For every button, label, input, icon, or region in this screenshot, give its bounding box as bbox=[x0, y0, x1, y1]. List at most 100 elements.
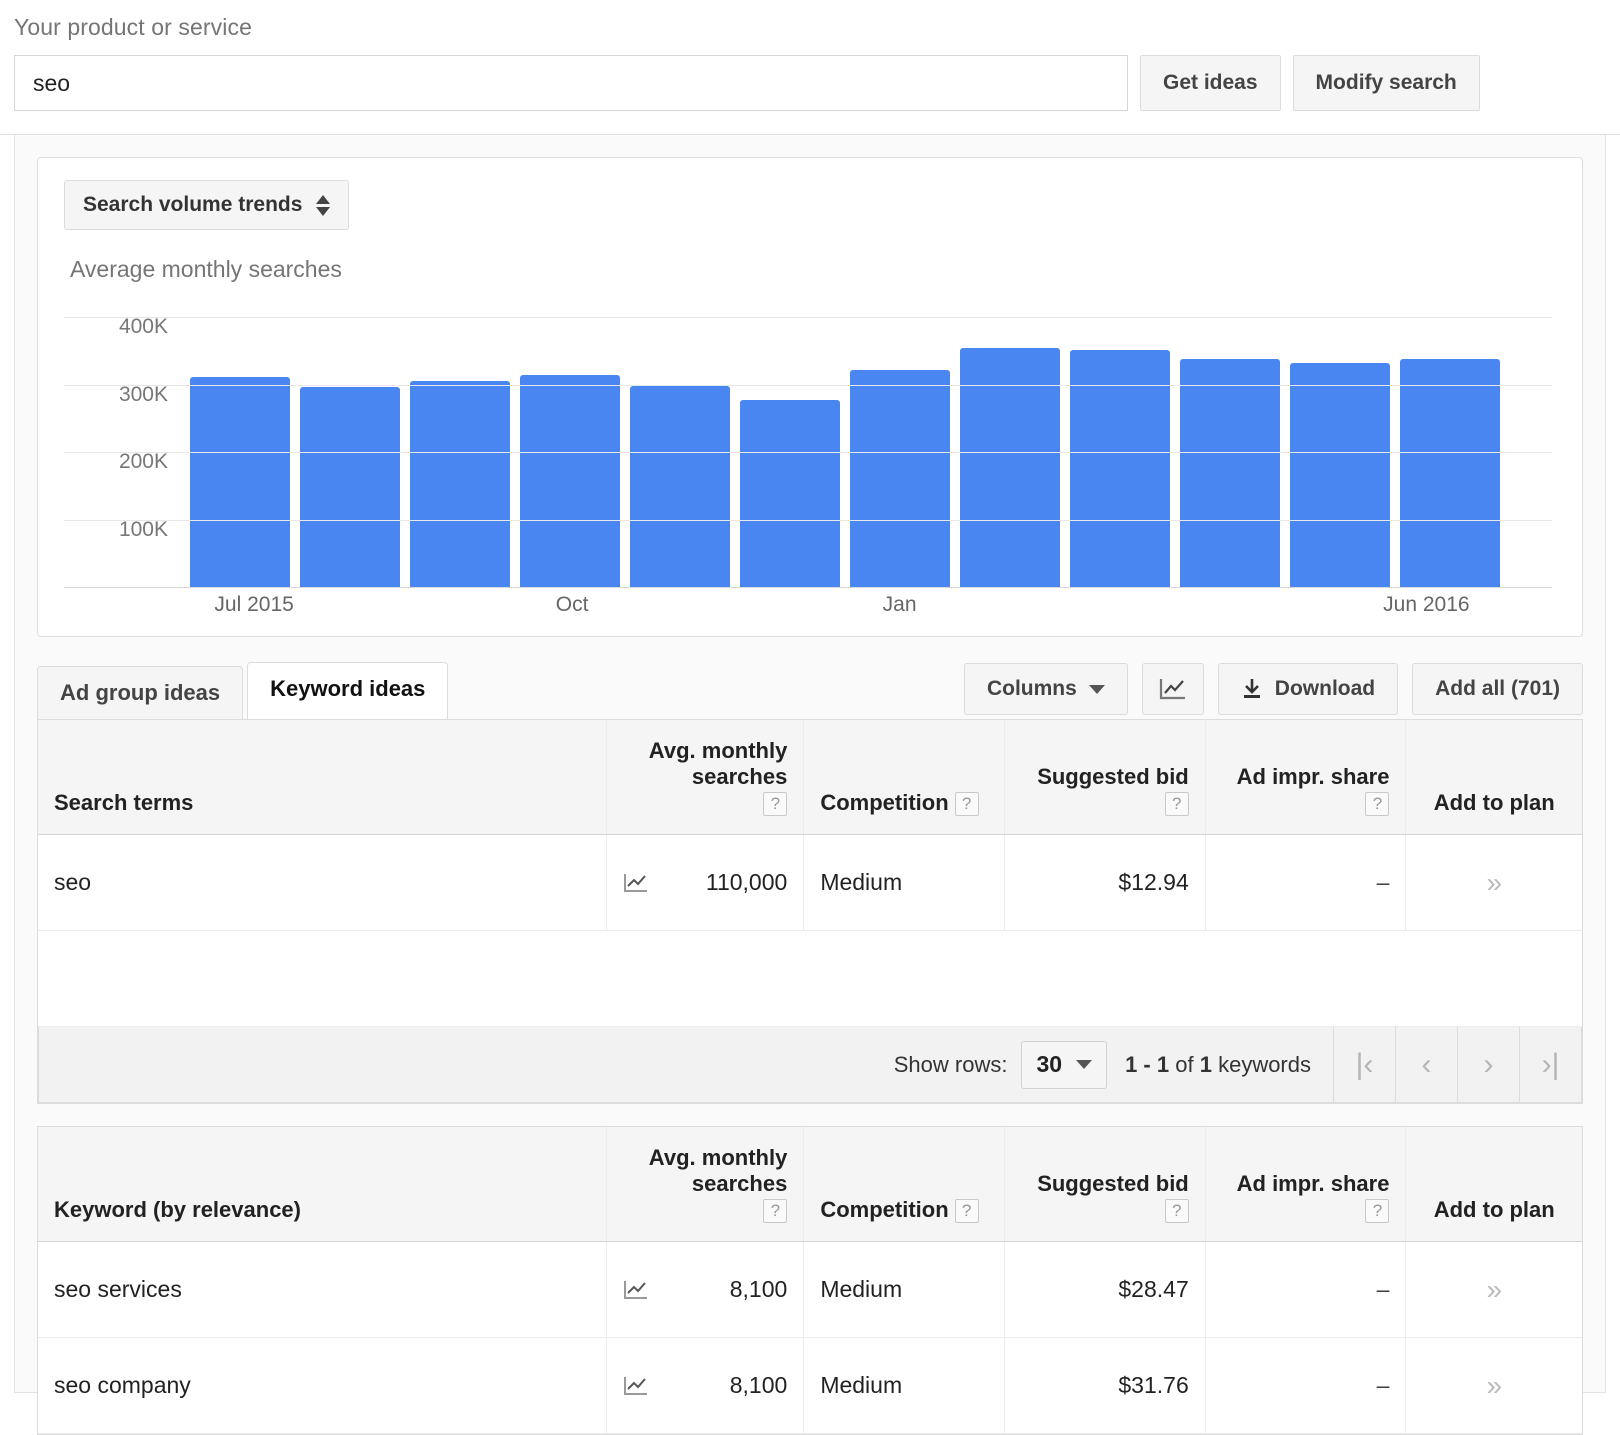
tab-keyword-ideas[interactable]: Keyword ideas bbox=[247, 662, 449, 719]
cell-add-to-plan[interactable]: » bbox=[1405, 834, 1582, 931]
chart-bar[interactable] bbox=[850, 369, 950, 587]
columns-button-label: Columns bbox=[986, 677, 1077, 700]
get-ideas-button[interactable]: Get ideas bbox=[1140, 55, 1281, 111]
help-icon[interactable]: ? bbox=[763, 1199, 788, 1223]
chevron-down-icon bbox=[1088, 684, 1105, 694]
y-axis-tick-label: 300K bbox=[118, 382, 168, 406]
header-bid-label: Suggested bid bbox=[1037, 764, 1189, 789]
y-axis-tick-label: 400K bbox=[118, 315, 168, 339]
x-axis-tick-label: Jan bbox=[882, 593, 917, 616]
header-competition-label: Competition bbox=[820, 1197, 949, 1222]
cell-ad-impr-share: – bbox=[1204, 834, 1406, 931]
header-search-terms[interactable]: Search terms bbox=[38, 720, 607, 835]
chart-bar[interactable] bbox=[1180, 359, 1280, 587]
help-icon[interactable]: ? bbox=[1164, 792, 1189, 816]
chart-bar[interactable] bbox=[630, 386, 730, 587]
download-icon bbox=[1243, 679, 1260, 698]
cell-add-to-plan[interactable]: » bbox=[1405, 1337, 1582, 1434]
table-filler-row bbox=[38, 930, 1582, 1027]
y-axis-tick-label: 200K bbox=[118, 450, 168, 474]
x-axis-tick-label: Jun 2016 bbox=[1383, 593, 1470, 616]
prev-page-button[interactable]: ‹ bbox=[1395, 1026, 1457, 1103]
header-ad-impr-share[interactable]: Ad impr. share ? bbox=[1204, 1127, 1406, 1242]
modify-search-button[interactable]: Modify search bbox=[1292, 55, 1480, 111]
help-icon[interactable]: ? bbox=[954, 792, 979, 816]
keyword-trend-icon[interactable] bbox=[623, 872, 649, 894]
cell-keyword[interactable]: seo company bbox=[38, 1337, 607, 1434]
tab-ad-group-ideas[interactable]: Ad group ideas bbox=[37, 666, 244, 719]
search-terms-table: Search terms Avg. monthly searches ? Com… bbox=[38, 720, 1582, 1027]
table-row[interactable]: seo services 8,100 Medium $28.47– » bbox=[38, 1241, 1582, 1338]
header-competition[interactable]: Competition? bbox=[803, 1127, 1005, 1242]
table-row[interactable]: seo company 8,100 Medium $31.76– » bbox=[38, 1337, 1582, 1434]
chart-bar[interactable] bbox=[520, 375, 620, 587]
line-chart-icon bbox=[1159, 679, 1185, 700]
chart-bar[interactable] bbox=[300, 387, 400, 587]
rows-per-page-value: 30 bbox=[1036, 1051, 1063, 1077]
gridline bbox=[64, 317, 1552, 319]
chart-view-select[interactable]: Search volume trends bbox=[64, 180, 350, 230]
help-icon[interactable]: ? bbox=[954, 1199, 979, 1223]
cell-avg-monthly-searches: 110,000 bbox=[605, 834, 804, 931]
chart-bar[interactable] bbox=[410, 380, 510, 587]
search-bar-row: Get ideas Modify search bbox=[0, 55, 1620, 111]
chevron-down-icon bbox=[1076, 1060, 1093, 1069]
volume-value: 8,100 bbox=[729, 1276, 788, 1302]
header-suggested-bid[interactable]: Suggested bid ? bbox=[1004, 1127, 1206, 1242]
cell-add-to-plan[interactable]: » bbox=[1405, 1241, 1582, 1338]
cell-keyword[interactable]: seo services bbox=[38, 1241, 607, 1338]
results-toolbar: Columns Download Add all (701) bbox=[963, 663, 1583, 719]
chart-bar[interactable] bbox=[1070, 350, 1170, 587]
volume-value: 110,000 bbox=[705, 869, 788, 895]
chart-bar[interactable] bbox=[190, 376, 290, 587]
header-avg-line1: Avg. monthly bbox=[648, 1145, 788, 1170]
cell-suggested-bid: $28.47 bbox=[1004, 1241, 1206, 1338]
help-icon[interactable]: ? bbox=[763, 792, 788, 816]
header-ad-impr-share[interactable]: Ad impr. share ? bbox=[1204, 720, 1406, 835]
pagination-bar: Show rows: 30 1 - 1 of 1 keywords |‹ ‹ ›… bbox=[38, 1026, 1582, 1103]
cell-keyword[interactable]: seo bbox=[38, 834, 607, 931]
next-page-button[interactable]: › bbox=[1457, 1026, 1519, 1103]
header-avg-monthly-searches[interactable]: Avg. monthly searches ? bbox=[605, 720, 804, 835]
chart-bar[interactable] bbox=[740, 399, 840, 587]
product-or-service-input[interactable] bbox=[14, 55, 1128, 111]
cell-ad-impr-share: – bbox=[1204, 1337, 1406, 1434]
header-avg-monthly-searches[interactable]: Avg. monthly searches ? bbox=[605, 1127, 804, 1242]
header-keyword-by-relevance[interactable]: Keyword (by relevance) bbox=[38, 1127, 607, 1242]
graph-view-button[interactable] bbox=[1141, 663, 1204, 715]
show-rows-label: Show rows: bbox=[893, 1051, 1008, 1077]
header-impr-label: Ad impr. share bbox=[1236, 764, 1390, 789]
add-all-button[interactable]: Add all (701) bbox=[1412, 663, 1583, 715]
add-to-plan-button[interactable]: » bbox=[1486, 1274, 1502, 1305]
download-button[interactable]: Download bbox=[1217, 663, 1399, 715]
chart-title: Average monthly searches bbox=[70, 256, 342, 282]
last-page-button[interactable]: ›| bbox=[1519, 1026, 1581, 1103]
keyword-trend-icon[interactable] bbox=[623, 1375, 649, 1397]
header-avg-line1: Avg. monthly bbox=[648, 738, 788, 763]
gridline bbox=[64, 452, 1552, 454]
keyword-ideas-table-card: Keyword (by relevance) Avg. monthly sear… bbox=[37, 1126, 1583, 1435]
ideas-tabs: Ad group ideas Keyword ideas bbox=[37, 662, 449, 719]
help-icon[interactable]: ? bbox=[1365, 792, 1390, 816]
header-suggested-bid[interactable]: Suggested bid ? bbox=[1004, 720, 1206, 835]
x-axis-tick-label: Oct bbox=[555, 593, 589, 616]
add-to-plan-button[interactable]: » bbox=[1486, 1370, 1502, 1401]
chart-bar[interactable] bbox=[1290, 363, 1390, 587]
search-terms-table-card: Search terms Avg. monthly searches ? Com… bbox=[37, 719, 1583, 1104]
keyword-trend-icon[interactable] bbox=[623, 1279, 649, 1301]
chart-bar[interactable] bbox=[960, 347, 1060, 587]
table-header-row: Search terms Avg. monthly searches ? Com… bbox=[38, 720, 1582, 835]
results-panel: Search volume trends Average monthly sea… bbox=[14, 135, 1606, 1435]
add-to-plan-button[interactable]: » bbox=[1486, 867, 1502, 898]
rows-per-page-select[interactable]: 30 bbox=[1021, 1040, 1108, 1089]
cell-suggested-bid: $31.76 bbox=[1004, 1337, 1206, 1434]
help-icon[interactable]: ? bbox=[1164, 1199, 1189, 1223]
filler-cell bbox=[38, 930, 1582, 1027]
table-row[interactable]: seo 110,000 Medium $12.94– » bbox=[38, 834, 1582, 931]
help-icon[interactable]: ? bbox=[1365, 1199, 1390, 1223]
first-page-button[interactable]: |‹ bbox=[1333, 1026, 1395, 1103]
columns-button[interactable]: Columns bbox=[963, 663, 1128, 715]
up-down-arrows-icon bbox=[316, 194, 331, 216]
header-competition[interactable]: Competition? bbox=[803, 720, 1005, 835]
chart-bar[interactable] bbox=[1400, 359, 1500, 587]
